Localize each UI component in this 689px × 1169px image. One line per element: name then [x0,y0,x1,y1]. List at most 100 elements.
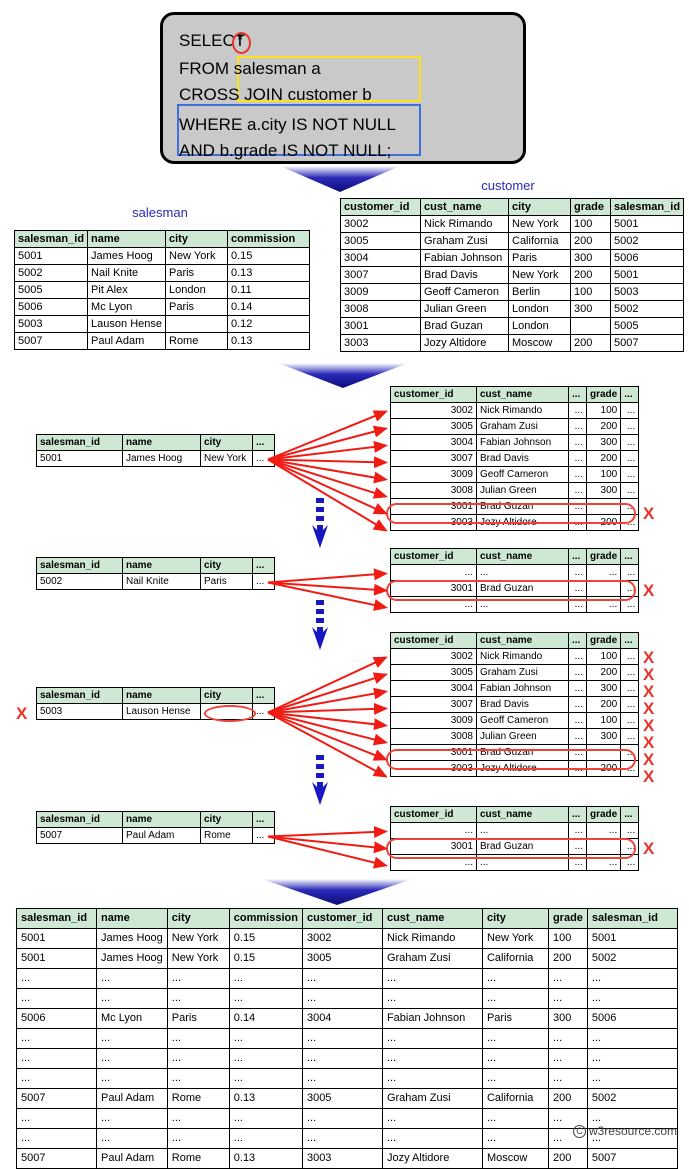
table-cell: 3009 [390,466,477,483]
table-cell: Julian Green [476,482,569,499]
table-cell: 3002 [390,402,477,419]
table-row: ........................... [16,1068,678,1089]
table-header-row: salesman_id name city... [36,557,275,574]
column-header: name [122,811,201,828]
table-cell: Brad Davis [420,266,509,284]
table-cell: Moscow [481,1148,549,1169]
table-cell: ... [568,664,587,681]
table-cell: 0.15 [228,928,303,949]
table-cell: 3004 [390,434,477,451]
column-header: customer_id [390,386,477,403]
table-cell: ... [16,1028,97,1049]
table-cell: Jozy Altidore [420,334,509,352]
column-header: cust_name [476,806,569,823]
block-salesman-table-2: salesman_id name city... 5002 Nail Knite Pari… [36,557,275,590]
table-cell: ... [381,1108,483,1129]
table-cell: 200 [570,232,611,250]
table-header-row: salesman_id name city... [36,811,275,828]
table-cell: 300 [547,1008,588,1029]
table-cell: ... [620,664,640,681]
table-cell: 3002 [301,928,383,949]
table-cell: 100 [570,215,611,233]
column-header: salesman_id [36,811,123,828]
customer-table: customer_id cust_name city grade salesman_id… [340,198,685,352]
column-header: ... [568,806,587,823]
table-cell: New York [166,948,230,969]
table-header-row: salesman_id name city... [36,434,275,451]
table-header-row: salesman_id name city... [36,687,275,704]
table-header-row: customer_id cust_name... grade... [390,806,640,823]
column-header-cust_name: cust_name [381,908,483,929]
customer-table-caption: customer [481,178,535,193]
watermark: Cw3resource.com [572,1124,677,1138]
table-cell: Mc Lyon [96,1008,168,1029]
column-header-cust_name: cust_name [420,198,509,216]
table-cell: ... [16,988,97,1009]
table-cell: Lauson Hense [87,315,166,333]
column-header: ... [620,548,640,565]
table-cell: Paris [165,298,228,316]
table-cell: ... [252,827,275,844]
table-row: ............... [390,822,640,839]
column-header: ... [252,434,275,451]
table-cell: ... [620,696,640,713]
null-grade-row-ellipse [386,749,636,770]
table-cell: ... [547,1028,588,1049]
column-header: ... [568,548,587,565]
table-cell: ... [166,1068,230,1089]
table-cell: ... [228,1108,303,1129]
flow-arrow-final [262,878,412,906]
column-header-commission: commission [227,230,310,248]
table-cell: Nick Rimando [420,215,509,233]
table-row: 5001 James Hoog New York 0.15 [13,247,310,265]
table-cell: Julian Green [476,728,569,745]
reject-x-marker: X [643,581,655,600]
table-cell: ... [547,1068,588,1089]
table-cell: ... [96,988,168,1009]
salesman-table: salesman_id name city commission 5001 James … [13,230,310,350]
column-header: cust_name [476,386,569,403]
table-cell: ... [390,822,477,839]
table-cell: ... [166,968,230,989]
table-row: 5006 Mc Lyon Paris 0.14 3004 Fabian Johnson Pa… [16,1008,678,1029]
table-cell: ... [547,1048,588,1069]
reject-x-marker: X [643,750,655,769]
dashed-flow-arrow-1 [310,498,330,548]
table-cell: ... [620,402,640,419]
column-header: customer_id [390,632,477,649]
table-row: 3009 Geoff Cameron... 100... [390,466,640,483]
table-cell: ... [16,968,97,989]
table-cell: ... [620,728,640,745]
column-header-name: name [96,908,168,929]
reject-x-marker: X [643,716,655,735]
table-cell: 3005 [301,1088,383,1109]
table-cell: Brad Guzan [420,317,509,335]
table-cell: ... [301,1068,383,1089]
table-cell: ... [568,466,587,483]
table-cell: Julian Green [420,300,509,318]
table-cell: 200 [585,450,622,467]
table-cell: Geoff Cameron [476,712,569,729]
table-cell: ... [381,1028,483,1049]
table-cell: 100 [570,283,611,301]
table-cell: 300 [585,434,622,451]
table-cell: 0.13 [228,1148,303,1169]
column-header: ... [620,386,640,403]
table-cell: ... [481,968,549,989]
table-header-row: customer_id cust_name city grade salesman_id [340,198,685,216]
table-cell: 5006 [16,1008,97,1029]
table-cell: ... [585,822,622,839]
table-cell: Graham Zusi [476,418,569,435]
table-cell: Graham Zusi [381,948,483,969]
table-cell: 3007 [340,266,421,284]
table-cell: ... [166,1048,230,1069]
table-cell: ... [301,968,383,989]
table-cell: ... [481,988,549,1009]
column-header-city: city [508,198,571,216]
table-cell: 3002 [390,648,477,665]
null-grade-row-ellipse [386,503,636,524]
table-cell: 5002 [13,264,89,282]
table-cell: 5001 [16,928,97,949]
table-cell: ... [96,1128,168,1149]
table-cell: 200 [570,266,611,284]
